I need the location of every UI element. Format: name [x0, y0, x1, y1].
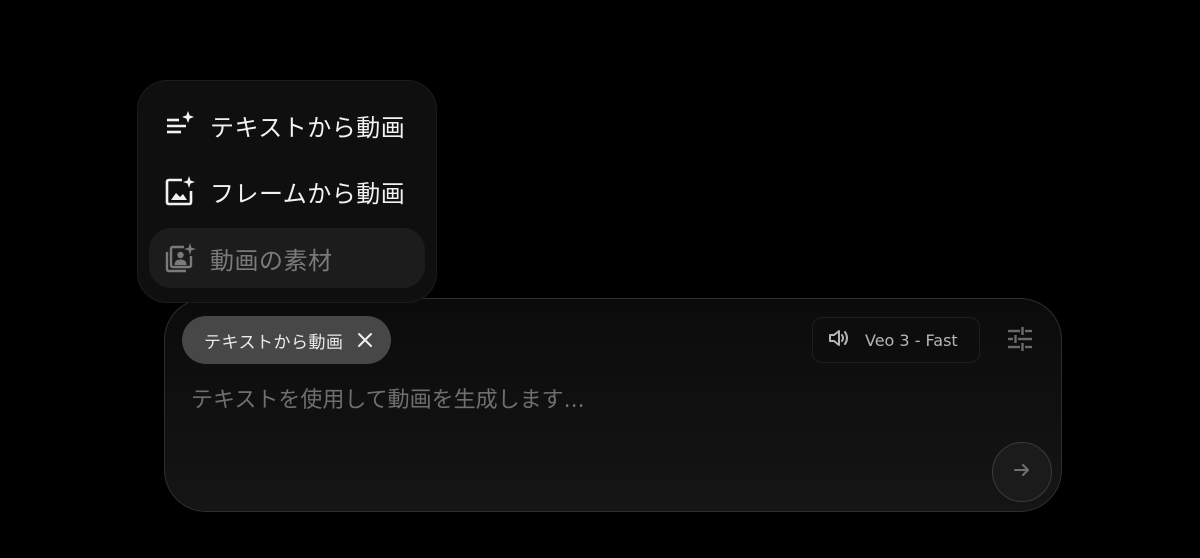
- model-selector-button[interactable]: Veo 3 - Fast: [812, 317, 980, 363]
- model-label: Veo 3 - Fast: [865, 330, 958, 350]
- prompt-input[interactable]: [189, 379, 993, 421]
- send-button[interactable]: [992, 442, 1052, 502]
- menu-item-label: 動画の素材: [210, 246, 333, 275]
- portrait-sparkle-icon: [164, 242, 196, 274]
- menu-item-text-to-video[interactable]: テキストから動画: [149, 95, 425, 155]
- menu-item-frames-to-video[interactable]: フレームから動画: [149, 161, 425, 221]
- menu-item-ingredients-to-video[interactable]: 動画の素材: [149, 228, 425, 288]
- mode-chip-label: テキストから動画: [204, 332, 344, 353]
- tune-icon: [1007, 327, 1033, 355]
- volume-icon: [827, 327, 851, 353]
- mode-menu: テキストから動画 フレームから動画 動画の素材: [137, 80, 437, 303]
- video-generation-screen: テキストから動画 Veo 3 - Fast テキストを使用して動画を生成します.…: [0, 0, 1200, 558]
- mode-chip[interactable]: テキストから動画: [182, 316, 391, 364]
- text-sparkle-icon: [164, 109, 196, 141]
- prompt-composer: テキストから動画 Veo 3 - Fast: [164, 298, 1062, 512]
- settings-button[interactable]: [1005, 327, 1035, 355]
- menu-item-label: フレームから動画: [210, 179, 406, 208]
- arrow-right-icon: [1012, 460, 1032, 484]
- menu-item-label: テキストから動画: [210, 113, 406, 142]
- close-icon[interactable]: [355, 330, 375, 350]
- image-sparkle-icon: [164, 175, 196, 207]
